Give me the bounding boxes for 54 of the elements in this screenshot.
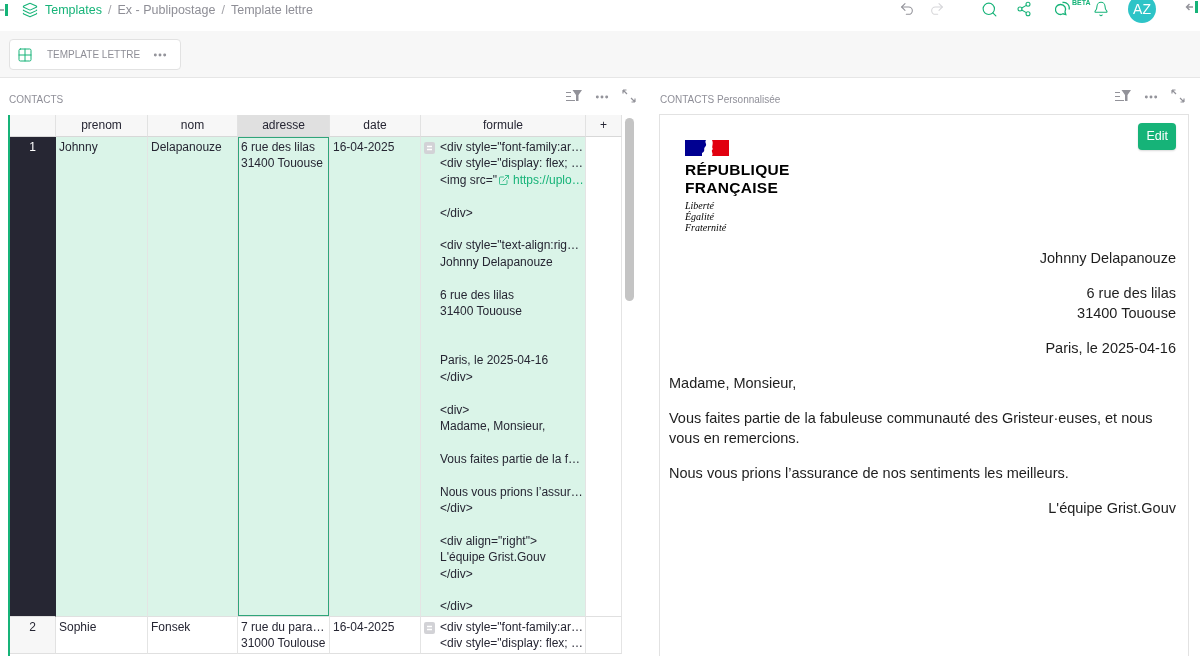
table-cell[interactable]: 16-04-2025 [330, 616, 421, 654]
sidebar-toggle-icon[interactable] [0, 4, 9, 16]
html-text: <div style="font-family:ar… <div style="display: flex; … [440, 139, 583, 172]
table-cell[interactable]: <div style="font-family:ar… <div style="display: flex; … [421, 616, 586, 654]
panel-toggle-icon[interactable] [1184, 1, 1198, 13]
external-link-icon[interactable] [497, 174, 510, 186]
logo-motto: Liberté Égalité Fraternité [685, 200, 727, 233]
table-cell[interactable]: 6 rue des lilas 31400 Tououse [238, 137, 330, 617]
table-cell[interactable]: 16-04-2025 [330, 137, 421, 617]
expand-icon[interactable] [1171, 89, 1185, 103]
table-cell[interactable]: 7 rue du para… 31000 Toulouse [238, 616, 330, 654]
flag-logo [685, 140, 729, 156]
logo-name: RÉPUBLIQUE FRANÇAISE [685, 161, 790, 196]
scrollbar[interactable] [625, 118, 634, 301]
salutation: Madame, Monsieur, [669, 374, 797, 393]
share-icon[interactable] [1016, 1, 1032, 17]
column-header[interactable]: adresse [238, 115, 330, 137]
breadcrumb-separator: / [108, 2, 112, 18]
add-column-button[interactable]: + [586, 115, 622, 137]
column-header[interactable]: date [330, 115, 421, 137]
layers-icon[interactable] [22, 2, 38, 18]
search-icon[interactable] [980, 1, 998, 18]
column-header[interactable]: prenom [56, 115, 148, 137]
column-header[interactable]: formule [421, 115, 586, 137]
bell-icon[interactable] [1093, 1, 1109, 17]
chat-icon[interactable] [1054, 1, 1070, 17]
letter-paragraph: Vous faites partie de la fabuleuse communauté des Gristeur·euses, et nous vous en remercions. [669, 409, 1154, 448]
html-text: <img src=" [440, 171, 497, 189]
table-cell[interactable]: Johnny [56, 137, 148, 617]
column-header[interactable]: nom [148, 115, 238, 137]
html-text: </div> <div style="text-align:rig… Johnny Delapanouze 6 rue des lilas 31400 Tououse Paris, le 2025-04-16 </div> <div> Madame, Monsieur, Vous faites partie de la f… Nous vous prions l’assur… </div> <div align="right"> L'équipe Grist.Gouv </div> </div> [440, 204, 583, 615]
breadcrumb-separator: / [221, 2, 225, 18]
table-cell[interactable]: Delapanouze [148, 137, 238, 617]
text-format-icon [424, 621, 435, 634]
undo-icon[interactable] [899, 1, 915, 17]
place-date: Paris, le 2025-04-16 [1045, 339, 1176, 358]
text-format-icon [424, 142, 435, 154]
table-cell[interactable] [421, 137, 586, 617]
grid-icon [17, 46, 33, 63]
recipient-address: 6 rue des lilas 31400 Tououse [1077, 284, 1176, 323]
sort-filter-icon[interactable] [566, 89, 582, 103]
signature: L'équipe Grist.Gouv [1048, 499, 1176, 518]
recipient-name: Johnny Delapanouze [1039, 249, 1176, 268]
sort-filter-icon[interactable] [1115, 89, 1131, 103]
letter-paragraph: Nous vous prions l’assurance de nos sentiments les meilleurs. [669, 464, 1070, 483]
table-cell[interactable]: Sophie [56, 616, 148, 654]
section-title: CONTACTS [9, 93, 64, 107]
tab-label: TEMPLATE LETTRE [47, 49, 141, 60]
row-number[interactable]: 2 [10, 616, 56, 654]
html-text: <div style="font-family:ar… <div style="display: flex; … [440, 618, 583, 652]
table-cell[interactable]: Fonsek [148, 616, 238, 654]
section-title: CONTACTS Personnalisée [660, 93, 781, 107]
row-number[interactable]: 1 [10, 137, 56, 617]
expand-icon[interactable] [622, 89, 636, 103]
